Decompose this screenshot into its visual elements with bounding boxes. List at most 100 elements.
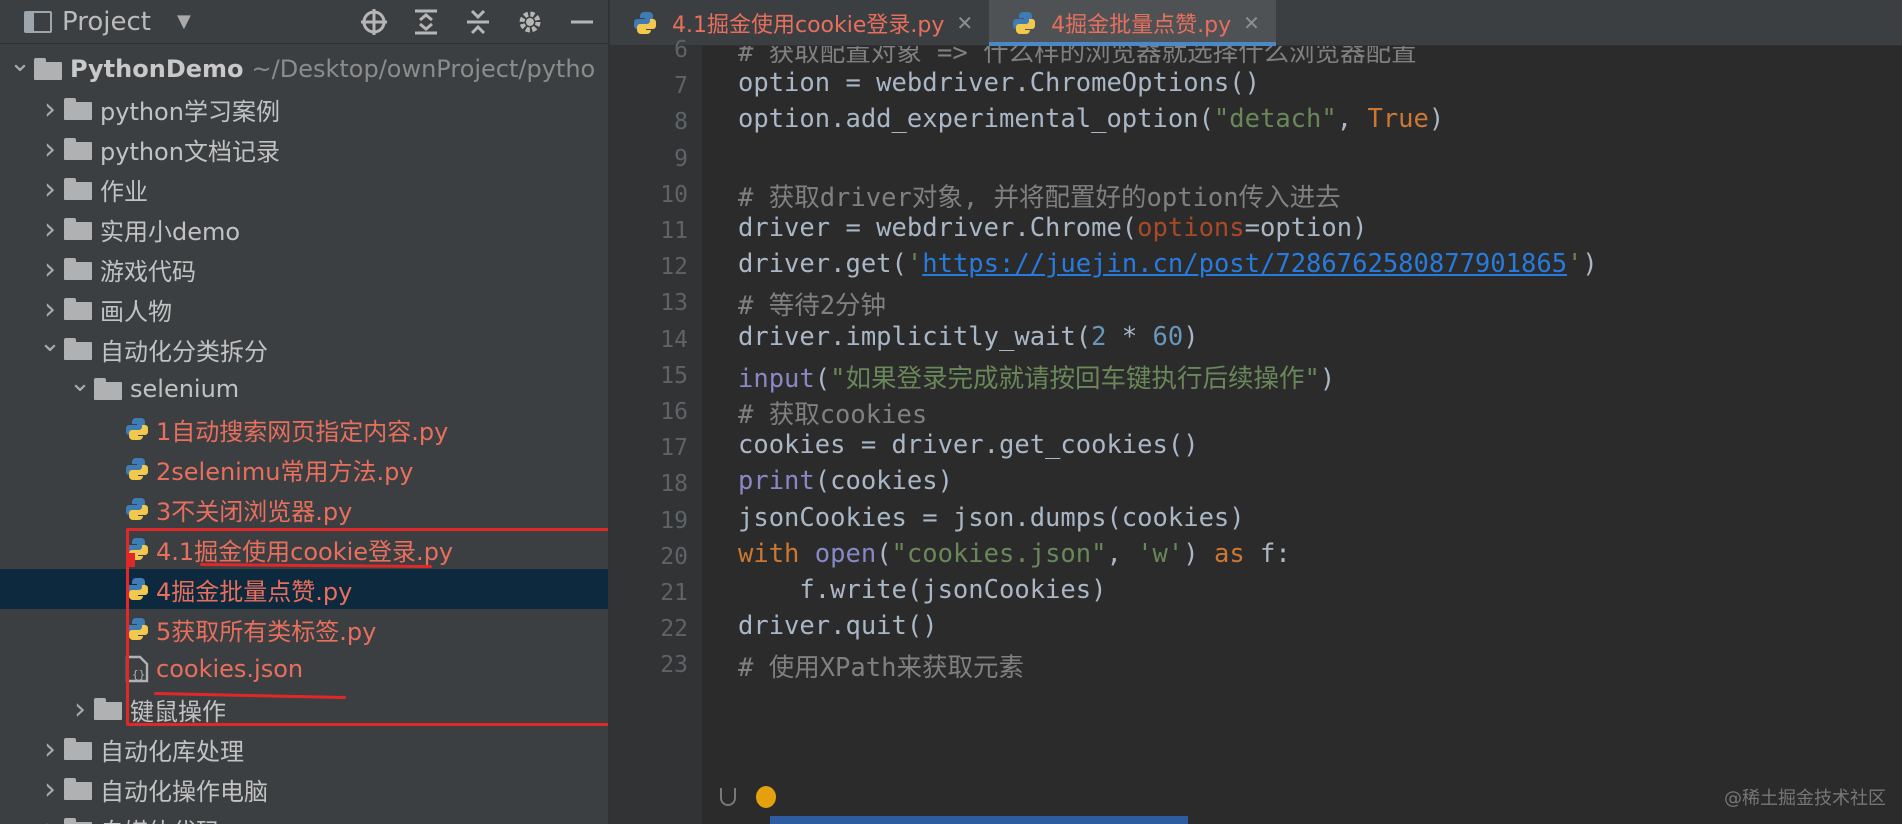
code-token: https://juejin.cn/post/72867625808779018… bbox=[922, 249, 1568, 280]
tree-folder-drawing[interactable]: › 画人物 bbox=[0, 289, 608, 329]
code-line[interactable]: with open("cookies.json", 'w') as f: bbox=[738, 539, 1291, 569]
tree-folder-selenium[interactable]: ⌄ selenium bbox=[0, 368, 608, 409]
tree-item-label: 画人物 bbox=[100, 297, 172, 326]
code-line[interactable]: # 等待2分钟 bbox=[738, 285, 886, 322]
code-line[interactable]: driver.quit() bbox=[738, 611, 938, 641]
code-token: # 使用XPath来获取元素 bbox=[738, 653, 1024, 684]
chevron-right-icon[interactable]: › bbox=[36, 89, 64, 129]
close-icon[interactable]: ✕ bbox=[1243, 11, 1260, 35]
code-token: # 获取driver对象, 并将配置好的option传入进去 bbox=[738, 182, 1341, 213]
close-icon[interactable]: ✕ bbox=[956, 11, 973, 35]
chevron-right-icon[interactable]: › bbox=[36, 209, 64, 249]
fold-icon[interactable] bbox=[720, 788, 736, 806]
code-token: driver.implicitly_wait( bbox=[738, 321, 1092, 352]
chevron-down-icon[interactable]: ⌄ bbox=[36, 323, 64, 363]
tree-item-label: 自动化分类拆分 bbox=[100, 337, 268, 366]
tree-file-1[interactable]: ›1自动搜索网页指定内容.py bbox=[0, 409, 608, 449]
gear-icon[interactable] bbox=[504, 0, 556, 44]
code-line[interactable]: option = webdriver.ChromeOptions() bbox=[738, 68, 1260, 98]
code-token: 2 bbox=[1091, 321, 1107, 352]
code-token: with bbox=[738, 538, 815, 569]
chevron-right-icon[interactable]: › bbox=[66, 689, 94, 729]
chevron-right-icon[interactable]: › bbox=[36, 249, 64, 289]
watermark: @稀土掘金技术社区 bbox=[1724, 788, 1886, 809]
lightbulb-icon[interactable] bbox=[756, 786, 776, 808]
code-token: driver.get( bbox=[738, 249, 907, 280]
expand-all-icon[interactable] bbox=[400, 0, 452, 44]
code-token: option = webdriver.ChromeOptions() bbox=[738, 68, 1260, 99]
tree-file-2[interactable]: ›2selenimu常用方法.py bbox=[0, 449, 608, 489]
chevron-right-icon[interactable]: › bbox=[36, 729, 64, 769]
chevron-right-icon[interactable]: › bbox=[36, 169, 64, 209]
code-line[interactable]: # 获取driver对象, 并将配置好的option传入进去 bbox=[738, 177, 1341, 214]
tree-root[interactable]: ⌄ PythonDemo ~/Desktop/ownProject/pytho bbox=[0, 48, 608, 89]
tree-folder-games[interactable]: › 游戏代码 bbox=[0, 249, 608, 289]
code-line[interactable]: input("如果登录完成就请按回车键执行后续操作") bbox=[738, 358, 1335, 395]
line-number: 6 bbox=[674, 37, 688, 63]
tree-item-label: 5获取所有类标签.py bbox=[156, 617, 377, 646]
chevron-right-icon[interactable]: › bbox=[36, 809, 64, 824]
editor-tabs: 4.1掘金使用cookie登录.py ✕ 4掘金批量点赞.py ✕ bbox=[610, 0, 1902, 46]
code-token: open bbox=[814, 538, 877, 569]
code-line[interactable]: # 获取cookies bbox=[738, 394, 927, 431]
code-line[interactable]: option.add_experimental_option("detach",… bbox=[738, 104, 1444, 134]
tree-file-4[interactable]: ›4掘金批量点赞.py bbox=[0, 569, 608, 609]
tree-file-cookies-json[interactable]: ›{}cookies.json bbox=[0, 649, 608, 689]
locate-file-icon[interactable] bbox=[348, 0, 400, 44]
code-token: "cookies.json" bbox=[891, 538, 1107, 569]
code-line[interactable]: cookies = driver.get_cookies() bbox=[738, 430, 1199, 460]
code-token: ) bbox=[1319, 363, 1336, 394]
code-token: print bbox=[738, 466, 815, 497]
code-token: cookies = driver.get_cookies() bbox=[738, 430, 1199, 461]
code-line[interactable]: print(cookies) bbox=[738, 466, 953, 496]
project-panel-toolbar bbox=[348, 0, 608, 44]
tree-file-5[interactable]: ›5获取所有类标签.py bbox=[0, 609, 608, 649]
code-line[interactable]: # 使用XPath来获取元素 bbox=[738, 647, 1024, 684]
chevron-right-icon[interactable]: › bbox=[36, 129, 64, 169]
code-token: ' bbox=[1567, 249, 1583, 280]
tree-folder-homework[interactable]: › 作业 bbox=[0, 169, 608, 209]
editor-tab[interactable]: 4掘金批量点赞.py ✕ bbox=[989, 0, 1276, 46]
minimize-icon[interactable] bbox=[556, 0, 608, 44]
folder-icon bbox=[64, 138, 92, 160]
chevron-down-icon[interactable]: ⌄ bbox=[66, 363, 94, 403]
collapse-all-icon[interactable] bbox=[452, 0, 504, 44]
chevron-right-icon[interactable]: › bbox=[36, 769, 64, 809]
python-file-icon bbox=[126, 578, 148, 600]
tree-item-label: 自动化库处理 bbox=[100, 737, 244, 766]
chevron-down-icon[interactable]: ▼ bbox=[177, 11, 191, 32]
line-number: 23 bbox=[660, 652, 688, 679]
code-token: jsonCookies = json.dumps(cookies) bbox=[738, 502, 1245, 533]
tree-folder-media[interactable]: › 自媒体代码 bbox=[0, 809, 608, 824]
tree-item-label: 实用小demo bbox=[100, 217, 241, 246]
line-number: 14 bbox=[660, 326, 688, 353]
tree-item-label: 自媒体代码 bbox=[100, 812, 220, 824]
code-token: "detach" bbox=[1213, 104, 1337, 135]
tree-folder-auto-lib[interactable]: › 自动化库处理 bbox=[0, 729, 608, 769]
code-line[interactable]: f.write(jsonCookies) bbox=[738, 575, 1106, 605]
code-token: ) bbox=[1183, 538, 1214, 569]
chevron-down-icon[interactable]: ⌄ bbox=[6, 43, 34, 83]
folder-icon bbox=[64, 778, 92, 800]
code-line[interactable]: driver = webdriver.Chrome(options=option… bbox=[738, 213, 1367, 243]
tree-folder-auto-pc[interactable]: › 自动化操作电脑 bbox=[0, 769, 608, 809]
tree-folder-python-cases[interactable]: › python学习案例 bbox=[0, 89, 608, 129]
code-line[interactable]: driver.implicitly_wait(2 * 60) bbox=[738, 322, 1199, 352]
code-line[interactable]: jsonCookies = json.dumps(cookies) bbox=[738, 503, 1245, 533]
code-token: , bbox=[1106, 538, 1138, 569]
project-panel-title[interactable]: Project bbox=[62, 7, 151, 37]
tree-folder-demos[interactable]: › 实用小demo bbox=[0, 209, 608, 249]
python-file-icon bbox=[126, 538, 148, 560]
tree-item-label: 4.1掘金使用cookie登录.py bbox=[156, 537, 454, 566]
code-editor[interactable]: # 获取配置对象 => 什么样的浏览器就选择什么浏览器配置 option = we… bbox=[702, 46, 1902, 824]
tree-folder-python-docs[interactable]: › python文档记录 bbox=[0, 129, 608, 169]
python-file-icon bbox=[1013, 12, 1036, 34]
code-line[interactable]: # 获取配置对象 => 什么样的浏览器就选择什么浏览器配置 bbox=[738, 46, 1417, 69]
code-token: as bbox=[1213, 538, 1245, 569]
annotation-mark bbox=[129, 553, 135, 567]
tree-file-3[interactable]: ›3不关闭浏览器.py bbox=[0, 489, 608, 529]
tree-item-label: python学习案例 bbox=[100, 97, 280, 126]
code-line[interactable]: driver.get( 'https://juejin.cn/post/72867… bbox=[738, 249, 1598, 279]
project-view-icon[interactable] bbox=[24, 10, 52, 33]
code-token: 'w' bbox=[1137, 538, 1184, 569]
